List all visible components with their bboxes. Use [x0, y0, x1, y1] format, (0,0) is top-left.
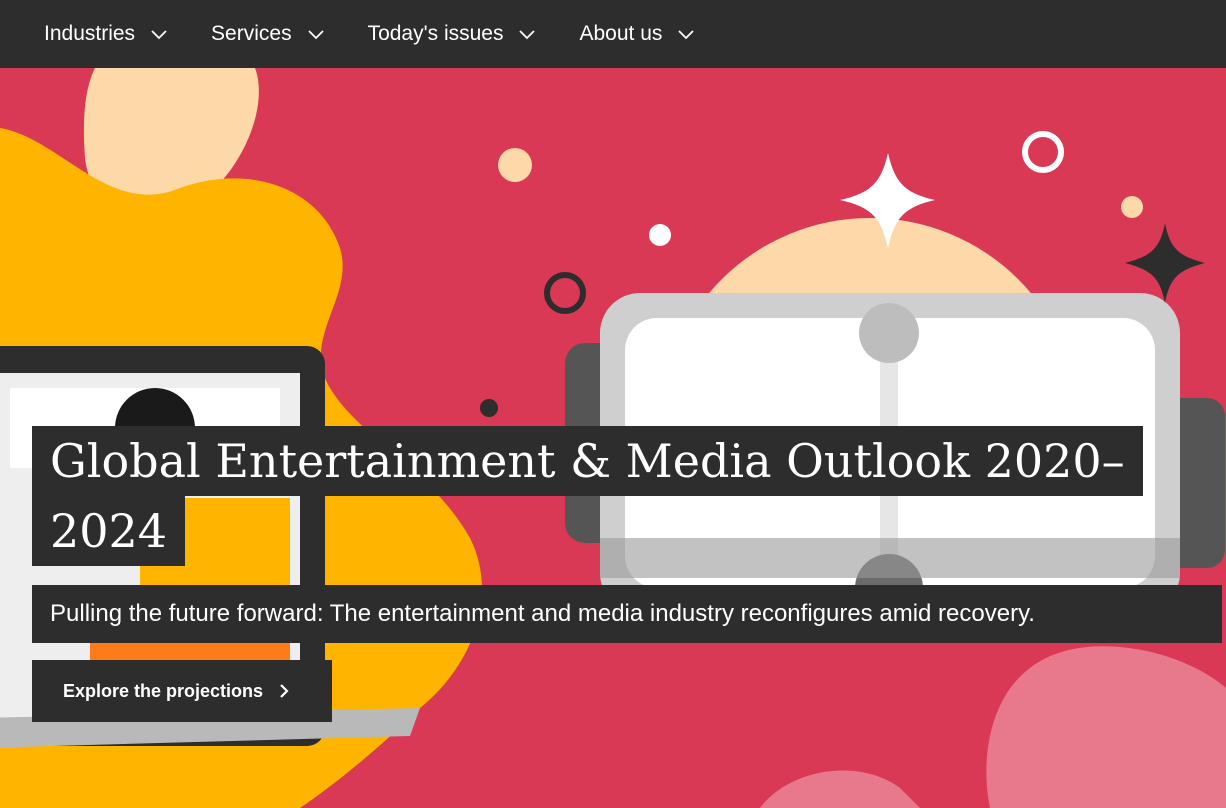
dot-shape — [480, 399, 498, 417]
chevron-down-icon — [151, 30, 167, 40]
page: Industries Services Today's issues About… — [0, 0, 1226, 808]
cta-label: Explore the projections — [63, 680, 264, 701]
nav-item-label: Services — [211, 22, 292, 45]
top-navigation: Industries Services Today's issues About… — [0, 0, 1226, 68]
nav-item-services[interactable]: Services — [211, 22, 326, 46]
explore-projections-button[interactable]: Explore the projections — [32, 660, 332, 722]
nav-item-label: About us — [579, 22, 663, 45]
chevron-down-icon — [519, 30, 536, 40]
chevron-down-icon — [307, 30, 324, 40]
hero-subtitle: Pulling the future forward: The entertai… — [32, 585, 1222, 643]
hero-title: Global Entertainment & Media Outlook 202… — [32, 426, 1143, 566]
nav-item-industries[interactable]: Industries — [44, 22, 169, 46]
hero-title-line: Global Entertainment & Media Outlook 202… — [32, 426, 1143, 496]
dot-shape — [1012, 250, 1044, 282]
dot-shape — [649, 224, 671, 246]
dot-shape — [1121, 196, 1143, 218]
nav-item-todays-issues[interactable]: Today's issues — [368, 22, 538, 46]
hero-title-line: 2024 — [32, 496, 186, 566]
nav-item-label: Today's issues — [367, 22, 504, 45]
chevron-right-icon — [280, 684, 289, 698]
dot-shape — [498, 148, 532, 182]
nav-item-about-us[interactable]: About us — [579, 22, 696, 46]
nav-item-label: Industries — [44, 22, 136, 45]
chevron-down-icon — [678, 30, 695, 40]
